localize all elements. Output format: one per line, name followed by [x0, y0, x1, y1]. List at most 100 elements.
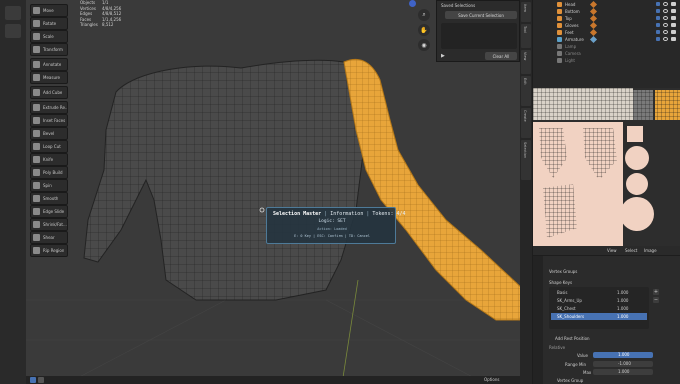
tool-rotate[interactable]: Rotate	[30, 17, 68, 30]
eye-icon[interactable]	[663, 37, 668, 41]
outliner-row[interactable]: Armature	[533, 35, 680, 44]
shape-key-name: Basis	[557, 290, 568, 295]
tool-inset[interactable]: Inset Faces	[30, 114, 68, 127]
camera-icon[interactable]	[671, 37, 676, 41]
tool-loop-cut[interactable]: Loop Cut	[30, 140, 68, 153]
save-selection-button[interactable]: Save Current Selection	[445, 11, 517, 19]
shape-key-row[interactable]: Basis 1.000	[551, 289, 647, 296]
tool-label: Rip Region	[43, 248, 65, 253]
tool-add-cube[interactable]: Add Cube	[30, 86, 68, 99]
range-min-label: Range Min	[565, 362, 587, 367]
eye-icon[interactable]	[663, 16, 668, 20]
select-box-icon[interactable]	[5, 6, 21, 20]
checkbox-icon[interactable]	[656, 16, 660, 20]
axis-z-icon[interactable]	[409, 0, 416, 7]
loop-cut-icon	[33, 143, 40, 150]
tool-transform[interactable]: Transform	[30, 43, 68, 56]
pan-icon[interactable]: ✋	[418, 24, 430, 36]
extrude-icon	[33, 104, 40, 111]
shape-keys-header[interactable]: Shape Keys	[549, 280, 572, 285]
tool-knife[interactable]: Knife	[30, 153, 68, 166]
camera-icon[interactable]	[671, 30, 676, 34]
menu-view[interactable]: View	[607, 248, 617, 253]
outliner-row[interactable]: Feet	[533, 28, 680, 37]
tab-edit[interactable]: Edit	[521, 76, 531, 106]
outliner-row[interactable]: Bottom	[533, 7, 680, 16]
tool-spin[interactable]: Spin	[30, 179, 68, 192]
checkbox-icon[interactable]	[656, 30, 660, 34]
range-min-field[interactable]: -1.000	[593, 361, 653, 367]
remove-icon[interactable]: −	[653, 297, 659, 303]
sidebar-tabs: Item Tool View Edit Create Selection	[520, 0, 532, 384]
saved-selection-list[interactable]	[441, 23, 517, 49]
tab-selection[interactable]: Selection	[521, 140, 531, 180]
tool-extrude[interactable]: Extrude Re...	[30, 101, 68, 114]
relative-toggle[interactable]: Relative	[549, 345, 565, 350]
outliner-row[interactable]: Head	[533, 0, 680, 9]
eye-icon[interactable]	[663, 30, 668, 34]
tool-measure[interactable]: Measure	[30, 71, 68, 84]
camera-icon[interactable]	[671, 16, 676, 20]
tab-tool[interactable]: Tool	[521, 24, 531, 48]
outliner-row[interactable]: Light	[533, 57, 680, 64]
eye-icon[interactable]	[663, 9, 668, 13]
camera-icon[interactable]	[671, 23, 676, 27]
tool-poly-build[interactable]: Poly Build	[30, 166, 68, 179]
checkbox-icon[interactable]	[656, 9, 660, 13]
hud-logic: Logic: SET	[318, 219, 346, 224]
tool-shrink-fatten[interactable]: Shrink/Fat...	[30, 218, 68, 231]
add-rest-position[interactable]: Add Rest Position	[555, 336, 590, 341]
shape-key-value: 1.000	[617, 298, 629, 303]
cursor-icon[interactable]	[5, 24, 21, 38]
zoom-icon[interactable]: ⌕	[418, 9, 430, 21]
shape-key-row[interactable]: SK_Chest 1.000	[551, 305, 647, 312]
tool-label: Poly Build	[43, 170, 63, 175]
shape-key-row[interactable]: SK_Arms_Up 1.000	[551, 297, 647, 304]
outliner-row[interactable]: Camera	[533, 50, 680, 57]
eye-icon[interactable]	[663, 23, 668, 27]
tool-bevel[interactable]: Bevel	[30, 127, 68, 140]
rotate-icon	[33, 20, 40, 27]
tab-create[interactable]: Create	[521, 108, 531, 138]
checkbox-icon[interactable]	[656, 23, 660, 27]
tab-item[interactable]: Item	[521, 2, 531, 22]
value-slider[interactable]: 1.000	[593, 352, 653, 358]
eye-icon[interactable]	[663, 2, 668, 6]
navigation-gizmo: ⌕ ✋ ◉	[406, 0, 430, 60]
tool-shear[interactable]: Shear	[30, 231, 68, 244]
camera-view-icon[interactable]: ◉	[418, 39, 430, 51]
checkbox-icon[interactable]	[656, 2, 660, 6]
snap-icon[interactable]	[30, 377, 36, 383]
tool-edge-slide[interactable]: Edge Slide	[30, 205, 68, 218]
clear-all-button[interactable]: Clear All	[485, 52, 517, 60]
tab-view[interactable]: View	[521, 50, 531, 74]
tool-label: Annotate	[43, 62, 62, 67]
max-field[interactable]: 1.000	[593, 369, 653, 375]
uv-image-editor[interactable]	[533, 88, 680, 252]
tool-scale[interactable]: Scale	[30, 30, 68, 43]
shape-key-row-selected[interactable]: SK_Shoulders 1.000	[551, 313, 647, 320]
tool-smooth[interactable]: Smooth	[30, 192, 68, 205]
hud-title-row: Selection Master | Information | Tokens:…	[273, 211, 406, 217]
mesh-icon	[557, 16, 562, 21]
menu-select[interactable]: Select	[625, 248, 637, 253]
proportional-icon[interactable]	[38, 377, 44, 383]
outliner-row[interactable]: Lamp	[533, 43, 680, 50]
outliner-name: Gloves	[565, 23, 579, 28]
checkbox-icon[interactable]	[656, 37, 660, 41]
camera-object-icon	[557, 51, 562, 56]
vertex-groups-header[interactable]: Vertex Groups	[549, 269, 577, 274]
tool-move[interactable]: Move	[30, 4, 68, 17]
outliner-row[interactable]: Gloves	[533, 21, 680, 30]
options-menu[interactable]: Options	[484, 377, 499, 382]
camera-icon[interactable]	[671, 9, 676, 13]
add-icon[interactable]: +	[653, 289, 659, 295]
tool-rip-region[interactable]: Rip Region	[30, 244, 68, 257]
menu-image[interactable]: Image	[644, 248, 657, 253]
saved-selections-panel: Saved Selections Save Current Selection …	[436, 0, 520, 62]
tool-annotate[interactable]: Annotate	[30, 58, 68, 71]
annotate-icon	[33, 61, 40, 68]
outliner-row[interactable]: Top	[533, 14, 680, 23]
camera-icon[interactable]	[671, 2, 676, 6]
play-icon[interactable]: ▶	[441, 53, 449, 59]
